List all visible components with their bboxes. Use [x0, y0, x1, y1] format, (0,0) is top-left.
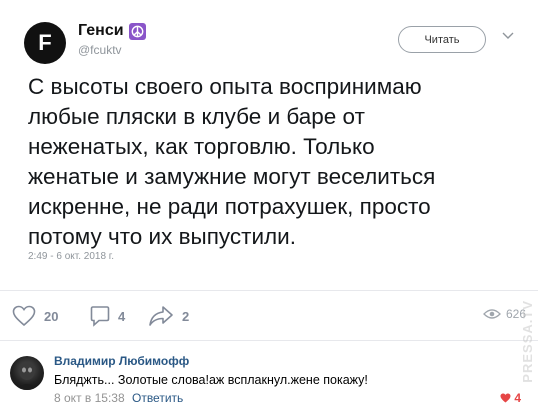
like-count: 20	[44, 308, 59, 324]
author-handle[interactable]: @fcuktv	[78, 43, 122, 57]
share-button[interactable]: 2	[148, 305, 189, 327]
post-actions: 20 4 2 626	[0, 291, 538, 340]
share-icon	[149, 306, 173, 326]
tweet-embed: F Генси @fcuktv Читать С высоты своего о…	[0, 0, 538, 290]
commenter-avatar[interactable]	[10, 356, 44, 390]
comment-icon	[90, 306, 110, 327]
heart-icon	[12, 305, 36, 327]
comment-button[interactable]: 4	[90, 305, 125, 327]
author-avatar[interactable]: F	[24, 22, 66, 64]
share-count: 2	[182, 308, 190, 324]
author-name-row: Генси	[78, 22, 146, 40]
comment-like-button[interactable]: 4	[500, 391, 521, 405]
follow-button[interactable]: Читать	[398, 26, 486, 53]
comment-item: Владимир Любимофф Бляджть... Золотые сло…	[0, 340, 538, 412]
comment-like-count: 4	[514, 391, 521, 405]
comment-text: Бляджть... Золотые слова!аж всплакнул.же…	[54, 373, 368, 387]
tweet-text: С высоты своего опыта воспринимаю любые …	[28, 74, 436, 249]
commenter-name[interactable]: Владимир Любимофф	[54, 354, 189, 368]
peace-icon	[128, 22, 146, 40]
reply-link[interactable]: Ответить	[132, 391, 183, 405]
tweet-date[interactable]: 2:49 - 6 окт. 2018 г.	[28, 251, 114, 262]
author-name[interactable]: Генси	[78, 22, 124, 40]
heart-filled-icon	[500, 393, 511, 403]
like-button[interactable]: 20	[12, 305, 58, 327]
watermark: PRESSA.TV	[520, 300, 535, 383]
comment-meta: 8 окт в 15:38 Ответить	[54, 391, 183, 405]
comment-count: 4	[118, 308, 126, 324]
comment-date[interactable]: 8 окт в 15:38	[54, 391, 125, 405]
eye-icon	[483, 309, 501, 319]
chevron-down-icon[interactable]	[502, 32, 514, 40]
